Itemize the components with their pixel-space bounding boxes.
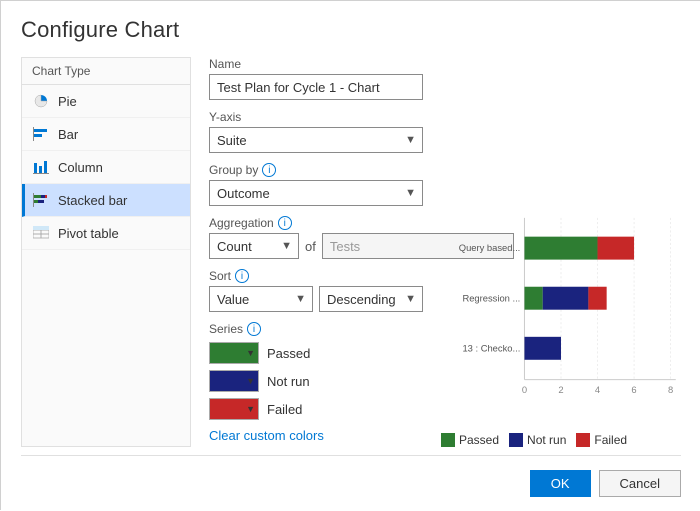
name-label: Name	[209, 57, 423, 71]
groupby-select-wrapper[interactable]: Outcome ▼	[209, 180, 423, 206]
clear-custom-colors-link[interactable]: Clear custom colors	[209, 428, 423, 443]
series-label: Series i	[209, 322, 423, 336]
column-icon	[32, 158, 50, 176]
sort-label: Sort i	[209, 269, 423, 283]
of-label: of	[305, 239, 316, 254]
aggregation-select-wrapper[interactable]: Count ▼	[209, 233, 299, 259]
legend-color-failed	[576, 433, 590, 447]
series-item-passed: ▼ Passed	[209, 342, 423, 364]
aggregation-row: Count ▼ of	[209, 233, 423, 259]
groupby-field-group: Group by i Outcome ▼	[209, 163, 423, 206]
legend-color-not-run	[509, 433, 523, 447]
yaxis-select[interactable]: Suite	[210, 128, 422, 152]
chart-panel: 0 2 4 6 8 Query based...	[441, 57, 681, 447]
aggregation-field-group: Aggregation i Count ▼ of	[209, 216, 423, 259]
chart-type-pivot-label: Pivot table	[58, 226, 119, 241]
chart-type-column-label: Column	[58, 160, 103, 175]
sort-order-select[interactable]: Descending	[320, 287, 422, 311]
chart-type-pie[interactable]: Pie	[22, 85, 190, 118]
series-section: Series i ▼ Passed ▼ Not run	[209, 322, 423, 443]
series-color-not-run[interactable]: ▼	[209, 370, 259, 392]
dialog-footer: OK Cancel	[21, 455, 681, 497]
dialog-title: Configure Chart	[21, 17, 681, 43]
pivot-icon	[32, 224, 50, 242]
svg-text:Query based...: Query based...	[459, 242, 521, 253]
svg-text:Regression ...: Regression ...	[462, 292, 520, 303]
yaxis-field-group: Y-axis Suite ▼	[209, 110, 423, 153]
series-info-icon[interactable]: i	[247, 322, 261, 336]
chart-legend: Passed Not run Failed	[441, 433, 681, 447]
legend-passed-label: Passed	[459, 433, 499, 447]
cancel-button[interactable]: Cancel	[599, 470, 681, 497]
sort-info-icon[interactable]: i	[235, 269, 249, 283]
series-failed-arrow: ▼	[246, 404, 255, 414]
chart-type-pivot-table[interactable]: Pivot table	[22, 217, 190, 250]
sort-field-group: Sort i Value ▼ Descending ▼	[209, 269, 423, 312]
chart-type-stacked-bar-label: Stacked bar	[58, 193, 127, 208]
dialog-body: Chart Type Pie	[21, 57, 681, 447]
series-passed-arrow: ▼	[246, 348, 255, 358]
svg-text:0: 0	[522, 384, 527, 395]
configure-chart-dialog: Configure Chart Chart Type Pie	[1, 1, 700, 511]
chart-svg: 0 2 4 6 8 Query based...	[441, 207, 681, 427]
svg-text:13 : Checko...: 13 : Checko...	[462, 342, 520, 353]
series-item-failed: ▼ Failed	[209, 398, 423, 420]
legend-not-run: Not run	[509, 433, 566, 447]
groupby-info-icon[interactable]: i	[262, 163, 276, 177]
series-not-run-label: Not run	[267, 374, 310, 389]
chart-type-bar[interactable]: Bar	[22, 118, 190, 151]
sort-value-select-wrapper[interactable]: Value ▼	[209, 286, 313, 312]
config-panel: Name Y-axis Suite ▼ Group by i	[191, 57, 441, 447]
sort-order-select-wrapper[interactable]: Descending ▼	[319, 286, 423, 312]
sort-row: Value ▼ Descending ▼	[209, 286, 423, 312]
legend-passed: Passed	[441, 433, 499, 447]
yaxis-select-wrapper[interactable]: Suite ▼	[209, 127, 423, 153]
series-item-not-run: ▼ Not run	[209, 370, 423, 392]
chart-type-header: Chart Type	[22, 58, 190, 85]
chart-type-stacked-bar[interactable]: Stacked bar	[22, 184, 190, 217]
chart-type-panel: Chart Type Pie	[21, 57, 191, 447]
svg-text:4: 4	[595, 384, 600, 395]
name-input[interactable]	[209, 74, 423, 100]
series-failed-label: Failed	[267, 402, 302, 417]
sort-value-select[interactable]: Value	[210, 287, 312, 311]
series-not-run-arrow: ▼	[246, 376, 255, 386]
pie-icon	[32, 92, 50, 110]
chart-type-bar-label: Bar	[58, 127, 78, 142]
yaxis-label: Y-axis	[209, 110, 423, 124]
chart-preview: 0 2 4 6 8 Query based...	[441, 57, 681, 447]
legend-not-run-label: Not run	[527, 433, 566, 447]
groupby-select[interactable]: Outcome	[210, 181, 422, 205]
series-passed-label: Passed	[267, 346, 310, 361]
chart-type-column[interactable]: Column	[22, 151, 190, 184]
groupby-label: Group by i	[209, 163, 423, 177]
svg-text:8: 8	[668, 384, 673, 395]
ok-button[interactable]: OK	[530, 470, 591, 497]
legend-failed: Failed	[576, 433, 627, 447]
svg-text:6: 6	[631, 384, 636, 395]
svg-text:2: 2	[558, 384, 563, 395]
legend-color-passed	[441, 433, 455, 447]
series-color-failed[interactable]: ▼	[209, 398, 259, 420]
bar-icon	[32, 125, 50, 143]
name-field-group: Name	[209, 57, 423, 100]
series-color-passed[interactable]: ▼	[209, 342, 259, 364]
aggregation-info-icon[interactable]: i	[278, 216, 292, 230]
legend-failed-label: Failed	[594, 433, 627, 447]
chart-type-pie-label: Pie	[58, 94, 77, 109]
aggregation-select[interactable]: Count	[210, 234, 298, 258]
stacked-bar-icon	[32, 191, 50, 209]
aggregation-label: Aggregation i	[209, 216, 423, 230]
